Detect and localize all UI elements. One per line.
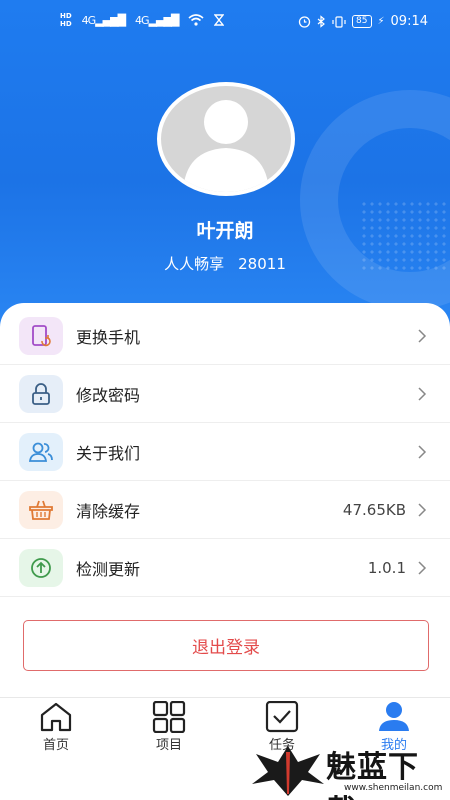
menu-item-change-password[interactable]: 修改密码 <box>0 365 450 423</box>
wifi-icon <box>188 14 204 26</box>
battery-level: 85 <box>352 15 372 28</box>
vibrate-icon <box>332 15 346 28</box>
chevron-right-icon <box>418 386 427 401</box>
signal-icon-2: 4G▂▄▆█ <box>135 13 179 27</box>
lock-icon <box>19 374 63 413</box>
network-type-1: 4G <box>81 13 96 27</box>
upload-icon <box>19 548 63 587</box>
watermark-url: www.shenmeilan.com <box>344 783 443 793</box>
tab-projects[interactable]: 项目 <box>113 698 225 758</box>
clock: 09:14 <box>390 14 428 29</box>
chevron-right-icon <box>418 328 427 343</box>
company-name: 人人畅享 <box>164 255 225 273</box>
user-name: 叶开朗 <box>196 220 254 242</box>
basket-icon <box>19 490 63 529</box>
menu-label: 修改密码 <box>76 385 141 405</box>
logout-button[interactable]: 退出登录 <box>23 620 429 671</box>
avatar[interactable] <box>157 82 295 196</box>
dragon-logo-icon <box>252 746 324 796</box>
profile-icon <box>379 702 409 731</box>
menu-label: 检测更新 <box>76 559 141 579</box>
tab-label: 项目 <box>155 738 182 753</box>
grid-icon <box>152 701 186 733</box>
menu-label: 清除缓存 <box>76 501 141 521</box>
cache-size: 47.65KB <box>342 500 406 519</box>
user-subtitle: 人人畅享 28011 <box>0 253 450 274</box>
chevron-right-icon <box>418 560 427 575</box>
home-icon <box>40 702 72 732</box>
menu-item-about-us[interactable]: 关于我们 <box>0 423 450 481</box>
chevron-right-icon <box>418 502 427 517</box>
default-avatar-icon <box>183 100 269 192</box>
hourglass-icon <box>214 14 225 26</box>
menu-item-clear-cache[interactable]: 清除缓存 47.65KB <box>0 481 450 539</box>
task-check-icon <box>265 701 299 733</box>
bluetooth-icon <box>317 15 325 28</box>
hd-indicator: HD HD <box>60 12 72 28</box>
menu-label: 更换手机 <box>76 327 141 347</box>
user-id: 28011 <box>238 255 286 273</box>
menu-label: 关于我们 <box>76 443 141 463</box>
tab-label: 首页 <box>42 738 69 753</box>
alarm-icon <box>298 16 311 28</box>
menu-item-check-update[interactable]: 检测更新 1.0.1 <box>0 539 450 597</box>
charging-icon: ⚡ <box>377 16 385 27</box>
status-bar: HD HD 4G▂▄▆█ 4G▂▄▆█ 85 ⚡ 09:14 <box>0 0 450 44</box>
network-type-2: 4G <box>135 13 149 27</box>
chevron-right-icon <box>418 444 427 459</box>
change-phone-icon <box>19 316 63 355</box>
watermark: 魅蓝下载 www.shenmeilan.com <box>248 740 448 800</box>
users-icon <box>19 432 63 471</box>
tab-home[interactable]: 首页 <box>0 698 112 758</box>
app-version: 1.0.1 <box>367 558 406 577</box>
signal-icon-1: 4G▂▄▆█ <box>81 13 126 27</box>
menu-item-change-phone[interactable]: 更换手机 <box>0 307 450 365</box>
